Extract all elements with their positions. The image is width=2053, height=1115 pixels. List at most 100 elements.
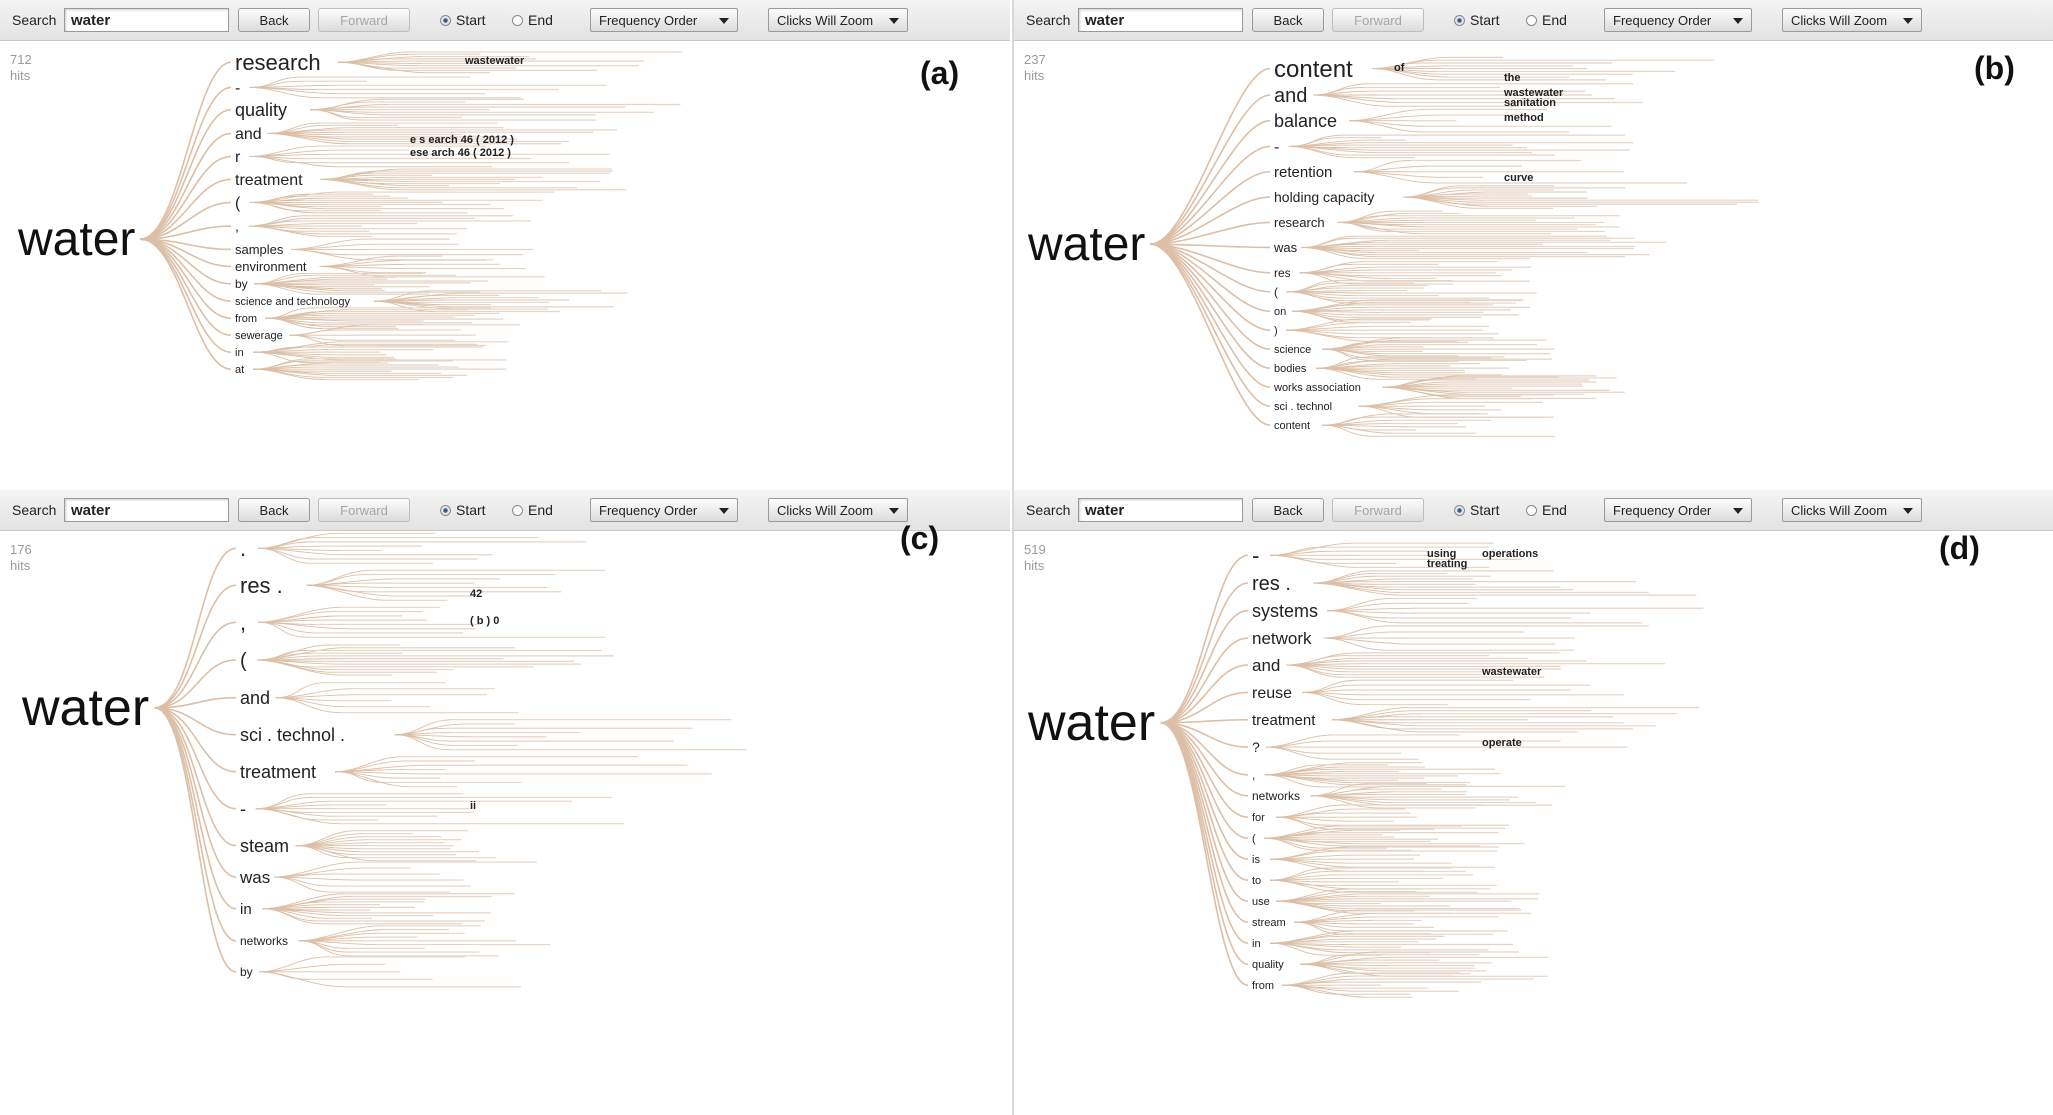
back-button[interactable]: Back	[238, 498, 310, 522]
tree-branch-word[interactable]: in	[1252, 938, 1261, 950]
tree-branch-word[interactable]: research	[1274, 215, 1325, 230]
tree-branch-word[interactable]: and	[1252, 656, 1280, 675]
tree-branch-word[interactable]: networks	[1252, 789, 1300, 803]
order-select[interactable]: Frequency Order	[1604, 8, 1752, 32]
tree-branch-word[interactable]: and	[235, 126, 262, 143]
tree-branch-word[interactable]: res .	[1252, 573, 1291, 595]
tree-branch-word[interactable]: in	[240, 901, 252, 918]
tree-branch-word[interactable]: network	[1252, 629, 1312, 648]
tree-root-word[interactable]: water	[21, 679, 149, 737]
order-select[interactable]: Frequency Order	[1604, 498, 1752, 522]
zoom-select[interactable]: Clicks Will Zoom	[768, 498, 908, 522]
end-radio[interactable]: End	[512, 498, 553, 522]
tree-branch-word[interactable]: -	[1274, 139, 1279, 156]
tree-branch-word[interactable]: bodies	[1274, 363, 1307, 375]
tree-branch-word[interactable]: reuse	[1252, 685, 1292, 702]
tree-branch-word[interactable]: science and technology	[235, 296, 350, 308]
start-radio[interactable]: Start	[1454, 498, 1500, 522]
tree-subword[interactable]: method	[1504, 112, 1544, 124]
tree-branch-word[interactable]: -	[235, 80, 240, 97]
tree-branch-word[interactable]: samples	[235, 242, 284, 257]
tree-subword[interactable]: wastewater	[1481, 666, 1542, 678]
tree-branch-word[interactable]: science	[1274, 344, 1311, 356]
tree-branch-word[interactable]: in	[235, 347, 244, 359]
search-input[interactable]: water	[1078, 8, 1243, 32]
search-input[interactable]: water	[64, 498, 229, 522]
tree-subword[interactable]: operate	[1482, 737, 1522, 749]
tree-subword[interactable]: the	[1504, 72, 1521, 84]
tree-branch-word[interactable]: -	[240, 799, 246, 819]
forward-button[interactable]: Forward	[318, 8, 410, 32]
order-select[interactable]: Frequency Order	[590, 8, 738, 32]
end-radio[interactable]: End	[512, 8, 553, 32]
tree-branch-word[interactable]: from	[1252, 980, 1274, 992]
tree-branch-word[interactable]: to	[1252, 875, 1261, 887]
tree-branch-word[interactable]: systems	[1252, 601, 1318, 621]
tree-branch-word[interactable]: ,	[240, 610, 246, 635]
tree-branch-word[interactable]: treatment	[235, 172, 303, 189]
tree-branch-word[interactable]: treatment	[240, 762, 316, 782]
forward-button[interactable]: Forward	[1332, 498, 1424, 522]
tree-subword[interactable]: curve	[1504, 172, 1533, 184]
start-radio[interactable]: Start	[440, 8, 486, 32]
tree-branch-word[interactable]: by	[240, 965, 253, 979]
tree-branch-word[interactable]: stream	[1252, 917, 1286, 929]
tree-branch-word[interactable]: (	[235, 195, 241, 212]
tree-branch-word[interactable]: res .	[240, 573, 283, 598]
tree-branch-word[interactable]: for	[1252, 812, 1265, 824]
tree-branch-word[interactable]: ,	[1252, 768, 1255, 782]
tree-subword[interactable]: e s earch 46 ( 2012 )	[410, 134, 514, 146]
tree-branch-word[interactable]: from	[235, 313, 257, 325]
back-button[interactable]: Back	[1252, 498, 1324, 522]
zoom-select[interactable]: Clicks Will Zoom	[768, 8, 908, 32]
tree-subword[interactable]: of	[1394, 62, 1405, 74]
tree-branch-word[interactable]: balance	[1274, 111, 1337, 131]
tree-branch-word[interactable]: use	[1252, 896, 1270, 908]
tree-branch-word[interactable]: is	[1252, 854, 1260, 866]
tree-subword[interactable]: ii	[470, 800, 476, 812]
tree-branch-word[interactable]: was	[1273, 240, 1298, 255]
tree-branch-word[interactable]: retention	[1274, 164, 1332, 181]
tree-branch-word[interactable]: ?	[1252, 739, 1260, 755]
tree-branch-word[interactable]: and	[240, 688, 270, 708]
tree-root-word[interactable]: water	[17, 213, 135, 266]
tree-branch-word[interactable]: (	[240, 650, 247, 672]
tree-branch-word[interactable]: sci . technol .	[240, 725, 345, 745]
tree-branch-word[interactable]: quality	[1252, 959, 1284, 971]
search-input[interactable]: water	[1078, 498, 1243, 522]
tree-subword[interactable]: ( b ) 0	[470, 615, 499, 627]
tree-root-word[interactable]: water	[1027, 218, 1145, 271]
start-radio[interactable]: Start	[440, 498, 486, 522]
end-radio[interactable]: End	[1526, 8, 1567, 32]
order-select[interactable]: Frequency Order	[590, 498, 738, 522]
tree-branch-word[interactable]: res	[1274, 266, 1291, 280]
tree-branch-word[interactable]: environment	[235, 259, 307, 274]
tree-branch-word[interactable]: (	[1252, 833, 1256, 845]
tree-branch-word[interactable]: research	[235, 50, 321, 75]
tree-branch-word[interactable]: quality	[235, 100, 287, 120]
tree-branch-word[interactable]: steam	[240, 836, 289, 856]
back-button[interactable]: Back	[1252, 8, 1324, 32]
tree-branch-word[interactable]: by	[235, 277, 248, 291]
tree-subword[interactable]: 42	[470, 588, 482, 600]
search-input[interactable]: water	[64, 8, 229, 32]
end-radio[interactable]: End	[1526, 498, 1567, 522]
tree-branch-word[interactable]: (	[1274, 285, 1278, 299]
forward-button[interactable]: Forward	[1332, 8, 1424, 32]
tree-subword[interactable]: sanitation	[1504, 97, 1556, 109]
tree-root-word[interactable]: water	[1027, 694, 1155, 752]
back-button[interactable]: Back	[238, 8, 310, 32]
tree-branch-word[interactable]: r	[235, 149, 241, 166]
tree-branch-word[interactable]: content	[1274, 56, 1353, 83]
tree-branch-word[interactable]: holding capacity	[1274, 189, 1374, 205]
tree-branch-word[interactable]: sci . technol	[1274, 401, 1332, 413]
tree-branch-word[interactable]: works association	[1273, 382, 1361, 394]
zoom-select[interactable]: Clicks Will Zoom	[1782, 8, 1922, 32]
tree-branch-word[interactable]: networks	[240, 934, 288, 948]
zoom-select[interactable]: Clicks Will Zoom	[1782, 498, 1922, 522]
tree-branch-word[interactable]: ,	[235, 218, 239, 234]
tree-branch-word[interactable]: at	[235, 364, 244, 376]
tree-subword[interactable]: ese arch 46 ( 2012 )	[410, 147, 511, 159]
tree-branch-word[interactable]: was	[239, 868, 270, 887]
tree-subword[interactable]: operations	[1482, 548, 1538, 560]
